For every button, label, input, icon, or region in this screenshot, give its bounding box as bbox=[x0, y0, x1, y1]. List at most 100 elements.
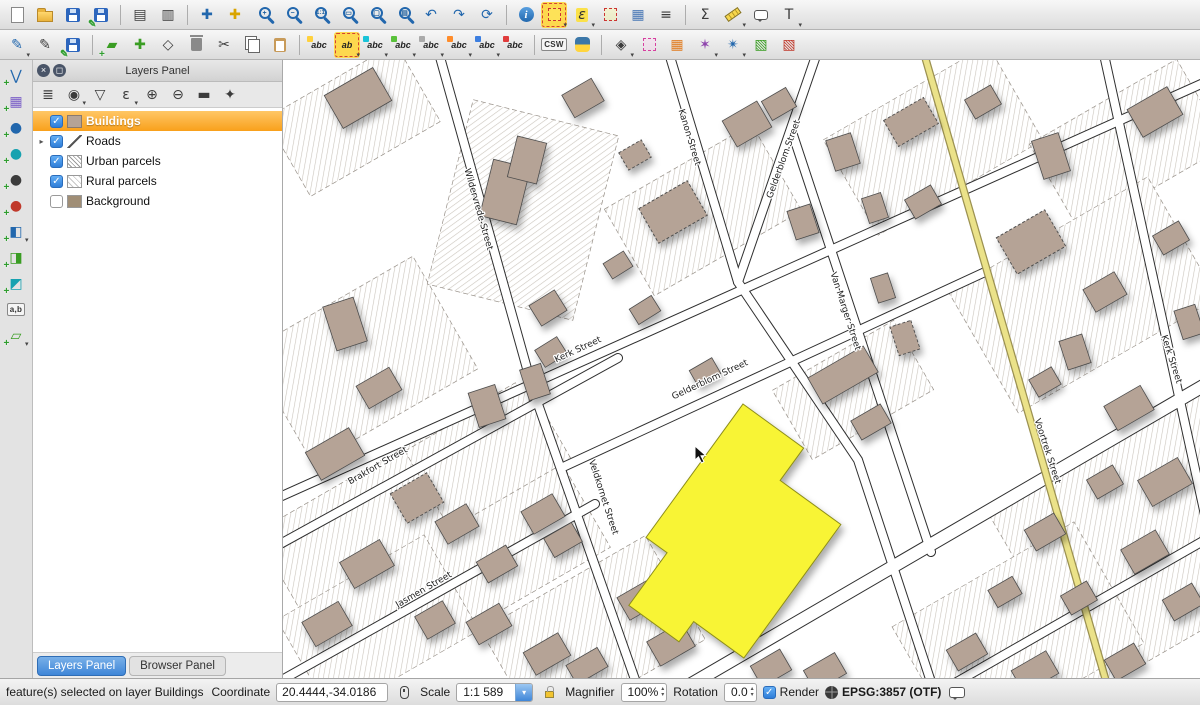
pan-to-selection[interactable]: ✚ bbox=[222, 2, 248, 28]
current-edits[interactable]: ✎▾ bbox=[4, 32, 30, 58]
zoom-in[interactable]: + bbox=[250, 2, 276, 28]
add-vector-layer[interactable]: ⋁+ bbox=[4, 64, 29, 87]
layer-visibility-checkbox[interactable]: ✓ bbox=[50, 175, 63, 188]
label-tool[interactable]: ab▾ bbox=[334, 32, 360, 58]
open-attribute-table[interactable]: ▦ bbox=[625, 2, 651, 28]
zoom-last[interactable]: ↶ bbox=[418, 2, 444, 28]
add-wms-layer-caret[interactable]: ▾ bbox=[25, 236, 29, 244]
rotate-label[interactable]: abc▾ bbox=[390, 32, 416, 58]
open-project[interactable] bbox=[32, 2, 58, 28]
refresh-map[interactable]: ⟳ bbox=[474, 2, 500, 28]
new-shapefile-layer-caret[interactable]: ▾ bbox=[25, 340, 29, 348]
pin-labels-caret[interactable]: ▾ bbox=[468, 51, 472, 59]
panel-float-button[interactable]: ◻ bbox=[53, 64, 66, 77]
new-project[interactable] bbox=[4, 2, 30, 28]
layer-visibility-checkbox[interactable]: ✓ bbox=[50, 155, 63, 168]
manage-map-themes[interactable]: ◉▾ bbox=[62, 84, 86, 106]
cut-features[interactable]: ✂ bbox=[211, 32, 237, 58]
manage-map-themes-caret[interactable]: ▾ bbox=[82, 99, 86, 107]
add-wms-layer[interactable]: ◧+▾ bbox=[4, 220, 29, 243]
zoom-full[interactable]: ▭ bbox=[334, 2, 360, 28]
measure-line-caret[interactable]: ▾ bbox=[742, 21, 746, 29]
geometry-checker[interactable]: ◈▾ bbox=[608, 32, 634, 58]
python-console[interactable] bbox=[569, 32, 595, 58]
open-layer-styling-dock[interactable]: ≣ bbox=[36, 84, 60, 106]
text-annotation-caret[interactable]: ▾ bbox=[798, 21, 802, 29]
save-project-as[interactable]: ✎ bbox=[88, 2, 114, 28]
tab-browser-panel[interactable]: Browser Panel bbox=[129, 656, 226, 676]
select-features-caret[interactable]: ▾ bbox=[563, 21, 567, 29]
new-shapefile-layer[interactable]: ▱+▾ bbox=[4, 324, 29, 347]
measure-line[interactable]: ▾ bbox=[720, 2, 746, 28]
zoom-to-selection[interactable]: ▢ bbox=[362, 2, 388, 28]
add-wfs-layer[interactable]: ◩+ bbox=[4, 272, 29, 295]
zoom-to-layer[interactable]: ▤ bbox=[390, 2, 416, 28]
zoom-out[interactable]: − bbox=[278, 2, 304, 28]
spin-down-icon[interactable]: ▾ bbox=[751, 692, 754, 698]
identify-features[interactable]: i bbox=[513, 2, 539, 28]
panel-close-button[interactable]: × bbox=[37, 64, 50, 77]
add-oracle-layer[interactable]: ●+ bbox=[4, 194, 29, 217]
pan-map[interactable]: ✚ bbox=[194, 2, 220, 28]
field-calculator[interactable]: ≡ bbox=[653, 2, 679, 28]
save-project[interactable] bbox=[60, 2, 86, 28]
remove-layer[interactable]: ▬ bbox=[192, 84, 216, 106]
add-spatialite-layer[interactable]: ●+ bbox=[4, 142, 29, 165]
expand-all[interactable]: ⊕ bbox=[140, 84, 164, 106]
new-print-composer[interactable]: ▤ bbox=[127, 2, 153, 28]
area-selection-plugin[interactable] bbox=[636, 32, 662, 58]
map-canvas[interactable]: Kanon StreetGelderblom StreetWildervrede… bbox=[283, 60, 1200, 678]
layer-item-buildings[interactable]: ✓Buildings bbox=[33, 111, 282, 131]
spinner-arrows-icon[interactable]: ▴ ▾ bbox=[751, 686, 754, 698]
scale-combobox[interactable]: 1:1 589 ▾ bbox=[456, 683, 533, 702]
add-postgis-layer[interactable]: ●+ bbox=[4, 116, 29, 139]
filter-legend[interactable]: ▽ bbox=[88, 84, 112, 106]
mouse-position-button[interactable] bbox=[394, 682, 414, 702]
layer-visibility-checkbox[interactable]: ✓ bbox=[50, 135, 63, 148]
layer-item-rural-parcels[interactable]: ✓Rural parcels bbox=[33, 171, 282, 191]
label-tool-caret[interactable]: ▾ bbox=[356, 51, 360, 59]
collapse-all[interactable]: ⊖ bbox=[166, 84, 190, 106]
move-feature[interactable]: ✚ bbox=[127, 32, 153, 58]
layer-visibility-checkbox[interactable]: ✓ bbox=[50, 115, 63, 128]
coordinate-input[interactable]: 20.4444,-34.0186 bbox=[276, 683, 388, 702]
pin-labels[interactable]: abc▾ bbox=[446, 32, 472, 58]
rotate-label-caret[interactable]: ▾ bbox=[412, 51, 416, 59]
add-feature[interactable]: ▰+ bbox=[99, 32, 125, 58]
scale-lock-button[interactable] bbox=[539, 682, 559, 702]
spin-down-icon[interactable]: ▾ bbox=[661, 692, 664, 698]
magnifier-spinbox[interactable]: 100% ▴ ▾ bbox=[621, 683, 668, 702]
messages-button[interactable] bbox=[947, 682, 967, 702]
highlight-pinned-labels-caret[interactable]: ▾ bbox=[496, 51, 500, 59]
change-label-properties-caret[interactable]: ▾ bbox=[440, 51, 444, 59]
layer-item-background[interactable]: Background bbox=[33, 191, 282, 211]
magic-wand-tool[interactable]: ✶▾ bbox=[692, 32, 718, 58]
crs-status-button[interactable]: EPSG:3857 (OTF) bbox=[825, 685, 941, 699]
current-edits-caret[interactable]: ▾ bbox=[26, 51, 30, 59]
statistical-summary[interactable]: Σ bbox=[692, 2, 718, 28]
change-label-properties[interactable]: abc▾ bbox=[418, 32, 444, 58]
clear-all[interactable]: ✦ bbox=[218, 84, 242, 106]
expand-arrow[interactable]: ▸ bbox=[37, 137, 46, 146]
raster-tools[interactable]: ▦ bbox=[664, 32, 690, 58]
copy-features[interactable] bbox=[239, 32, 265, 58]
sketch-tool-caret[interactable]: ▾ bbox=[742, 51, 746, 59]
zoom-native[interactable]: 1:1 bbox=[306, 2, 332, 28]
layer-labeling-options[interactable]: abc bbox=[306, 32, 332, 58]
render-checkbox[interactable]: ✓ Render bbox=[763, 685, 819, 699]
scale-dropdown-button[interactable]: ▾ bbox=[515, 684, 532, 701]
csw-search[interactable]: CSW bbox=[541, 32, 567, 58]
map-tips[interactable] bbox=[748, 2, 774, 28]
move-label-caret[interactable]: ▾ bbox=[384, 51, 388, 59]
text-annotation[interactable]: T▾ bbox=[776, 2, 802, 28]
tab-layers-panel[interactable]: Layers Panel bbox=[37, 656, 126, 676]
filter-by-expression[interactable]: ε▾ bbox=[114, 84, 138, 106]
select-by-expression-caret[interactable]: ▾ bbox=[591, 21, 595, 29]
composer-manager[interactable]: ▥ bbox=[155, 2, 181, 28]
layer-visibility-checkbox[interactable] bbox=[50, 195, 63, 208]
highlight-pinned-labels[interactable]: abc▾ bbox=[474, 32, 500, 58]
add-delimited-text-layer[interactable]: a,b bbox=[4, 298, 29, 321]
delete-selected[interactable] bbox=[183, 32, 209, 58]
add-wcs-layer[interactable]: ◨+ bbox=[4, 246, 29, 269]
zoom-next[interactable]: ↷ bbox=[446, 2, 472, 28]
